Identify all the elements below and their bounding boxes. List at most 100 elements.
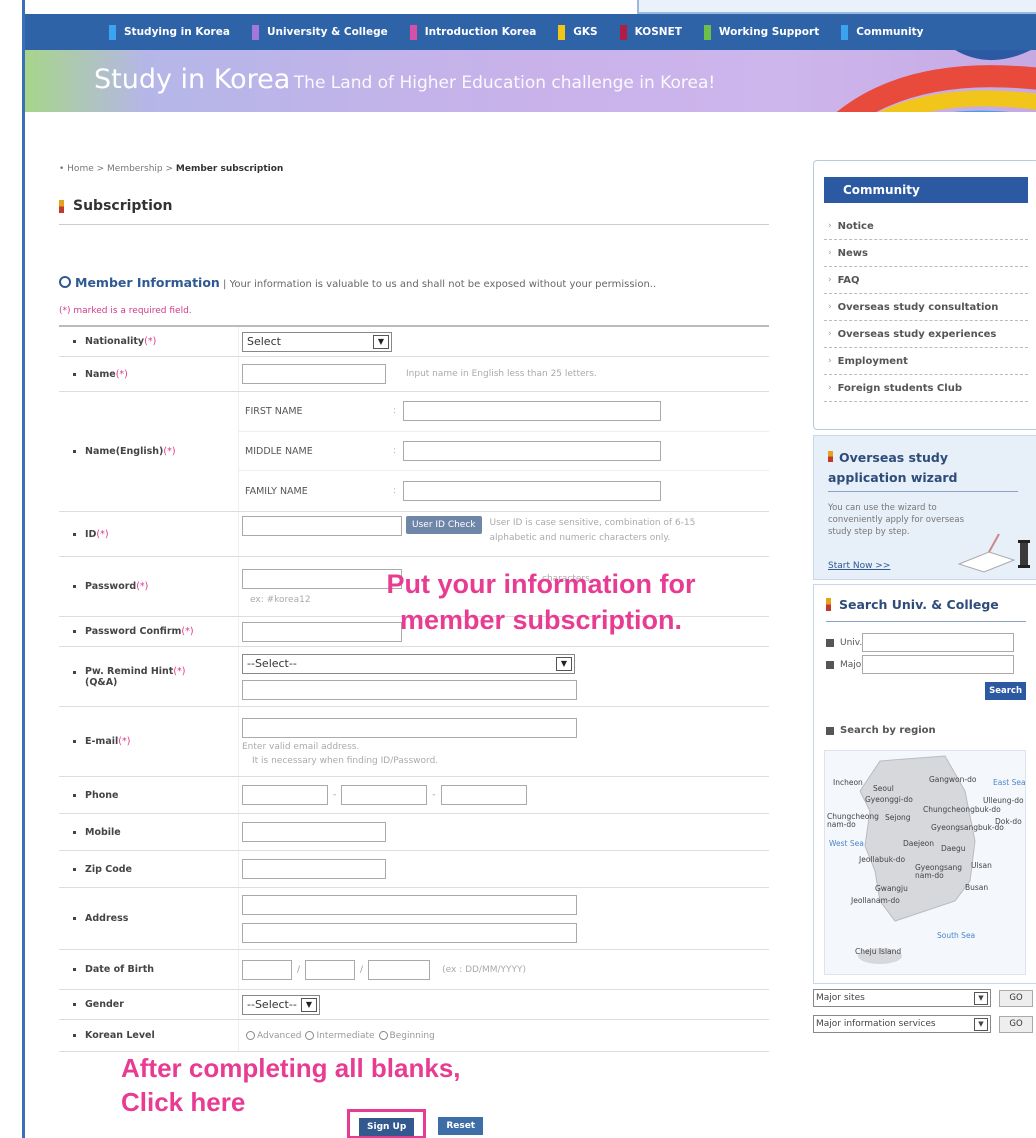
chevron-down-icon: ▼ <box>974 1017 988 1031</box>
community-item-faq[interactable]: › FAQ <box>824 267 1028 294</box>
reset-button[interactable]: Reset <box>438 1117 484 1135</box>
search-button[interactable]: Search <box>985 682 1026 700</box>
phone-input-2[interactable] <box>341 785 428 805</box>
sign-up-button[interactable]: Sign Up <box>359 1118 415 1136</box>
field-label: Password Confirm (*) <box>59 617 239 646</box>
page-title-text: Subscription <box>73 198 173 214</box>
bullet-icon <box>826 660 834 669</box>
id-input[interactable] <box>242 516 402 536</box>
radio-intermediate[interactable] <box>305 1031 315 1040</box>
email-input[interactable] <box>242 717 577 738</box>
section-title: Member Information <box>75 275 220 290</box>
community-item-club[interactable]: › Foreign students Club <box>824 375 1028 402</box>
nav-label: GKS <box>573 26 598 38</box>
field-label: ID (*) <box>59 512 239 556</box>
gender-select[interactable]: --Select-- ▼ <box>242 994 320 1015</box>
form-row-korean-level: Korean Level Advanced Intermediate Begin… <box>59 1020 769 1052</box>
form-row-dob: Date of Birth / / (ex : DD/MM/YYYY) <box>59 950 769 990</box>
info-circle-icon <box>59 276 71 288</box>
zip-code-input[interactable] <box>242 859 386 879</box>
major-info-go-button[interactable]: GO <box>999 1015 1033 1033</box>
password-example: ex: #korea12 <box>250 594 311 605</box>
nav-label: Community <box>856 26 924 38</box>
first-name-input[interactable] <box>403 401 661 422</box>
dob-hint: (ex : DD/MM/YYYY) <box>442 964 527 975</box>
radio-beginning[interactable] <box>378 1031 388 1040</box>
community-item-experiences[interactable]: › Overseas study experiences <box>824 321 1028 348</box>
banner-tagline: The Land of Higher Education challenge i… <box>293 73 716 93</box>
field-label: Phone <box>59 777 239 813</box>
field-label: E-mail (*) <box>59 707 239 776</box>
family-name-input[interactable] <box>403 481 661 502</box>
id-hint: User ID is case sensitive, combination o… <box>489 518 696 543</box>
univ-search-input[interactable] <box>862 633 1014 652</box>
nav-introduction-korea[interactable]: Introduction Korea <box>409 24 537 40</box>
search-univ-panel: Search Univ. & College Univ. Major Searc… <box>813 584 1036 984</box>
section-header: Member Information | Your information is… <box>59 275 656 290</box>
nav-label: Introduction Korea <box>424 26 537 38</box>
nationality-select[interactable]: Select ▼ <box>242 331 392 352</box>
nav-marker-icon <box>619 24 627 40</box>
korea-region-map[interactable]: Incheon Seoul Gangwon-do East Sea Gyeong… <box>824 750 1026 975</box>
name-input[interactable] <box>242 364 386 384</box>
form-row-gender: Gender --Select-- ▼ <box>59 990 769 1020</box>
nav-label: Studying in Korea <box>124 26 230 38</box>
title-bar-icon <box>826 598 831 611</box>
nav-kosnet[interactable]: KOSNET <box>619 24 682 40</box>
user-id-check-button[interactable]: User ID Check <box>406 516 482 534</box>
breadcrumb: • Home > Membership > Member subscriptio… <box>59 164 283 174</box>
nav-marker-icon <box>703 24 711 40</box>
radio-advanced[interactable] <box>246 1031 255 1040</box>
address-input-1[interactable] <box>242 894 577 915</box>
instruction-overlay: Put your information for member subscrip… <box>386 569 696 635</box>
phone-input-1[interactable] <box>242 785 328 805</box>
search-by-region-title: Search by region <box>826 725 936 736</box>
nav-university-college[interactable]: University & College <box>251 24 388 40</box>
community-item-notice[interactable]: › Notice <box>824 213 1028 240</box>
pw-hint-select[interactable]: --Select-- ▼ <box>242 653 575 674</box>
dob-day-input[interactable] <box>242 959 292 980</box>
community-item-employment[interactable]: › Employment <box>824 348 1028 375</box>
form-row-name: Name (*) Input name in English less than … <box>59 357 769 392</box>
field-label: Address <box>59 888 239 949</box>
community-item-news[interactable]: › News <box>824 240 1028 267</box>
middle-name-input[interactable] <box>403 441 661 461</box>
major-sites-go-button[interactable]: GO <box>999 989 1033 1007</box>
form-row-phone: Phone -- <box>59 777 769 814</box>
major-search-input[interactable] <box>862 655 1014 674</box>
name-hint: Input name in English less than 25 lette… <box>406 369 597 379</box>
community-item-consultation[interactable]: › Overseas study consultation <box>824 294 1028 321</box>
nav-gks[interactable]: GKS <box>558 24 598 40</box>
form-row-address: Address <box>59 888 769 950</box>
form-row-name-english: Name(English) (*) FIRST NAME: MIDDLE NAME… <box>59 392 769 512</box>
major-sites-row: Major sites ▼ GO <box>813 989 1036 1007</box>
major-sites-select[interactable]: Major sites ▼ <box>813 989 991 1007</box>
title-bar-icon <box>59 199 64 213</box>
start-now-link[interactable]: Start Now >> <box>828 561 890 571</box>
email-hint: Enter valid email address. <box>242 741 360 752</box>
chevron-down-icon: ▼ <box>373 334 389 349</box>
nav-studying-in-korea[interactable]: Studying in Korea <box>109 24 230 40</box>
dob-year-input[interactable] <box>368 959 431 980</box>
nav-community[interactable]: Community <box>841 24 924 40</box>
window-tab <box>637 0 1036 14</box>
major-info-select[interactable]: Major information services ▼ <box>813 1015 991 1033</box>
field-label: Name (*) <box>59 357 239 391</box>
address-input-2[interactable] <box>242 922 577 943</box>
family-name-label: FAMILY NAME <box>245 485 308 497</box>
application-wizard-panel: Overseas study application wizard You ca… <box>813 435 1036 580</box>
field-label: Gender <box>59 990 239 1019</box>
nav-working-support[interactable]: Working Support <box>703 24 819 40</box>
breadcrumb-path[interactable]: • Home > Membership > <box>59 164 176 174</box>
page-title: Subscription <box>59 198 173 214</box>
field-label: Korean Level <box>59 1020 239 1051</box>
nav-label: KOSNET <box>634 26 682 38</box>
form-row-email: E-mail (*) Enter valid email address. It … <box>59 707 769 777</box>
mobile-input[interactable] <box>242 822 386 842</box>
phone-input-3[interactable] <box>440 785 527 805</box>
banner-swirl-graphic <box>836 50 1036 112</box>
dob-month-input[interactable] <box>305 959 356 980</box>
field-label: Pw. Remind Hint(*) (Q&A) <box>59 647 239 706</box>
pw-hint-answer-input[interactable] <box>242 679 577 700</box>
major-info-row: Major information services ▼ GO <box>813 1015 1036 1033</box>
